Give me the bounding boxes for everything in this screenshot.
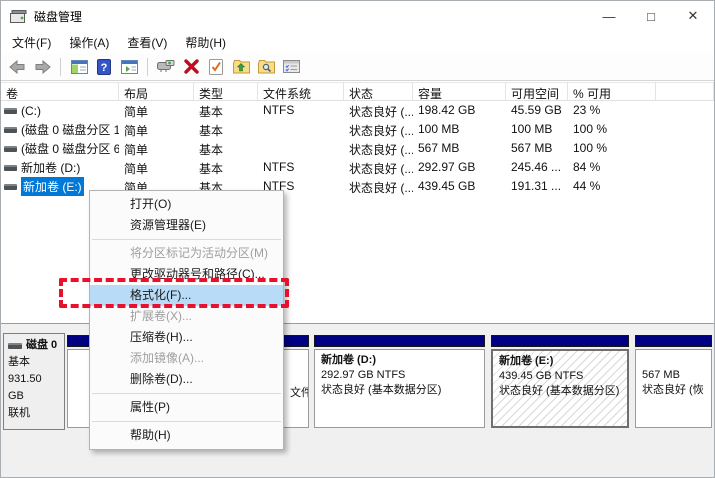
table-row[interactable]: 新加卷 (D:) 简单 基本 NTFS 状态良好 (... 292.97 GB … <box>1 158 714 177</box>
disk-management-window: 磁盘管理 — □ ✕ 文件(F) 操作(A) 查看(V) 帮助(H) ? <box>0 0 715 478</box>
console-tree-icon[interactable] <box>70 58 88 76</box>
col-capacity[interactable]: 容量 <box>413 83 506 100</box>
partition-status: 状态良好 (恢 <box>642 383 705 398</box>
col-volume[interactable]: 卷 <box>1 83 119 100</box>
forward-arrow-icon[interactable] <box>33 58 51 76</box>
volume-context-menu: 打开(O) 资源管理器(E) 将分区标记为活动分区(M) 更改驱动器号和路径(C… <box>89 190 284 450</box>
partition-size: 567 MB <box>642 368 705 383</box>
window-title: 磁盘管理 <box>34 8 82 25</box>
table-row[interactable]: (磁盘 0 磁盘分区 1) 简单 基本 状态良好 (... 100 MB 100… <box>1 120 714 139</box>
volume-table-header: 卷 布局 类型 文件系统 状态 容量 可用空间 % 可用 <box>1 82 714 101</box>
menu-action[interactable]: 操作(A) <box>60 31 118 54</box>
volume-icon <box>4 184 17 190</box>
disk-status: 联机 <box>8 405 60 422</box>
disk-type: 基本 <box>8 354 60 371</box>
col-free-space[interactable]: 可用空间 <box>506 83 568 100</box>
partition-block-recovery[interactable]: 567 MB 状态良好 (恢 <box>635 335 712 430</box>
volume-icon <box>4 165 17 171</box>
menu-separator <box>92 421 281 422</box>
col-pct-free[interactable]: % 可用 <box>568 83 656 100</box>
volume-icon <box>4 146 17 152</box>
disk-icon <box>8 343 22 349</box>
col-status[interactable]: 状态 <box>344 83 413 100</box>
col-empty <box>656 83 714 100</box>
menu-item-extend-volume: 扩展卷(X)... <box>90 306 283 327</box>
folder-up-icon[interactable] <box>232 58 250 76</box>
svg-text:?: ? <box>101 62 108 74</box>
col-filesystem[interactable]: 文件系统 <box>258 83 344 100</box>
properties-grid-icon[interactable] <box>282 58 300 76</box>
device-tool-icon[interactable] <box>157 58 175 76</box>
back-arrow-icon[interactable] <box>8 58 26 76</box>
partition-c-visible-text: 文件, <box>290 386 309 401</box>
partition-name: 新加卷 (E:) <box>499 354 621 369</box>
partition-color-strip <box>314 335 485 347</box>
minimize-button[interactable]: — <box>588 1 630 31</box>
menu-help[interactable]: 帮助(H) <box>176 31 235 54</box>
partition-status: 状态良好 (基本数据分区) <box>321 383 478 398</box>
title-bar: 磁盘管理 — □ ✕ <box>1 1 714 31</box>
disk-name: 磁盘 0 <box>26 337 57 354</box>
menu-item-delete-volume[interactable]: 删除卷(D)... <box>90 369 283 390</box>
menu-item-properties[interactable]: 属性(P) <box>90 397 283 418</box>
menu-bar: 文件(F) 操作(A) 查看(V) 帮助(H) <box>1 31 714 53</box>
menu-item-mark-active: 将分区标记为活动分区(M) <box>90 243 283 264</box>
menu-file[interactable]: 文件(F) <box>3 31 60 54</box>
delete-x-icon[interactable] <box>182 58 200 76</box>
partition-size: 292.97 GB NTFS <box>321 368 478 383</box>
partition-status: 状态良好 (基本数据分区) <box>499 384 621 399</box>
partition-size: 439.45 GB NTFS <box>499 369 621 384</box>
disk0-header-cell[interactable]: 磁盘 0 基本 931.50 GB 联机 <box>3 333 65 430</box>
table-row[interactable]: (磁盘 0 磁盘分区 6) 简单 基本 状态良好 (... 567 MB 567… <box>1 139 714 158</box>
task-check-icon[interactable] <box>207 58 225 76</box>
partition-color-strip <box>491 335 629 347</box>
volume-icon <box>4 127 17 133</box>
toolbar-separator <box>60 58 61 76</box>
menu-item-shrink-volume[interactable]: 压缩卷(H)... <box>90 327 283 348</box>
col-layout[interactable]: 布局 <box>119 83 194 100</box>
menu-separator <box>92 393 281 394</box>
help-icon[interactable]: ? <box>95 58 113 76</box>
menu-item-add-mirror: 添加镜像(A)... <box>90 348 283 369</box>
menu-item-open[interactable]: 打开(O) <box>90 194 283 215</box>
menu-item-help[interactable]: 帮助(H) <box>90 425 283 446</box>
selected-volume-label: 新加卷 (E:) <box>21 177 84 196</box>
col-type[interactable]: 类型 <box>194 83 258 100</box>
red-annotation-box <box>59 278 289 308</box>
toolbar-separator <box>147 58 148 76</box>
console-window-icon[interactable] <box>120 58 138 76</box>
partition-color-strip <box>635 335 712 347</box>
menu-separator <box>92 239 281 240</box>
table-row[interactable]: (C:) 简单 基本 NTFS 状态良好 (... 198.42 GB 45.5… <box>1 101 714 120</box>
disk-management-icon <box>10 10 27 23</box>
maximize-button[interactable]: □ <box>630 1 672 31</box>
partition-block-e-selected[interactable]: 新加卷 (E:) 439.45 GB NTFS 状态良好 (基本数据分区) <box>491 335 629 430</box>
partition-block-d[interactable]: 新加卷 (D:) 292.97 GB NTFS 状态良好 (基本数据分区) <box>314 335 485 430</box>
menu-view[interactable]: 查看(V) <box>118 31 176 54</box>
menu-item-explorer[interactable]: 资源管理器(E) <box>90 215 283 236</box>
close-button[interactable]: ✕ <box>672 1 714 31</box>
toolbar: ? <box>1 53 714 81</box>
partition-name: 新加卷 (D:) <box>321 353 478 368</box>
folder-search-icon[interactable] <box>257 58 275 76</box>
volume-icon <box>4 108 17 114</box>
disk-capacity: 931.50 GB <box>8 371 60 405</box>
